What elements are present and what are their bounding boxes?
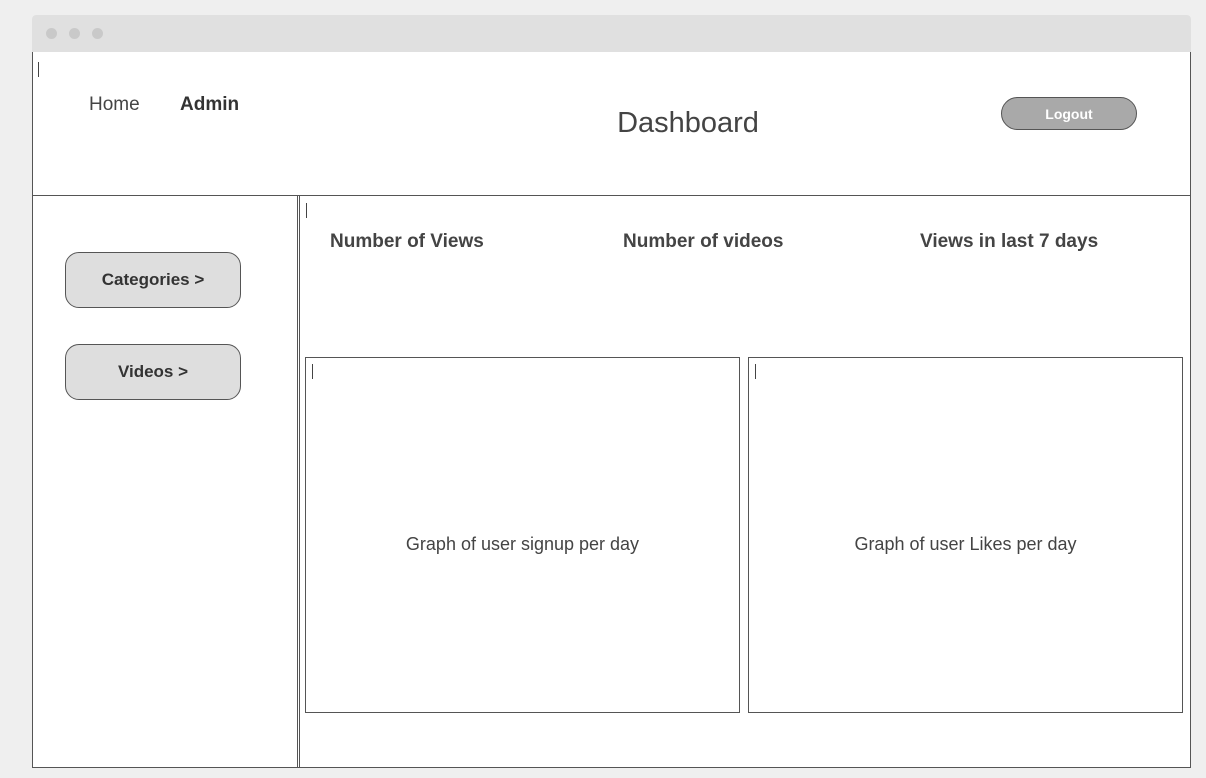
stat-number-of-views: Number of Views — [330, 231, 484, 252]
page-title: Dashboard — [617, 107, 759, 139]
window-minimize-icon[interactable] — [69, 28, 80, 39]
logout-button[interactable]: Logout — [1001, 97, 1137, 130]
main-panel: Number of Views Number of videos Views i… — [299, 196, 1191, 767]
stat-number-of-videos: Number of videos — [623, 231, 784, 252]
signup-graph-label: Graph of user signup per day — [405, 534, 640, 554]
window-titlebar — [32, 15, 1191, 53]
text-cursor — [312, 364, 313, 379]
likes-graph-label: Graph of user Likes per day — [854, 534, 1077, 554]
browser-window: Home Admin Dashboard Logout Categories >… — [32, 15, 1191, 768]
text-cursor — [38, 62, 39, 77]
videos-button[interactable]: Videos > — [65, 344, 241, 400]
nav-home-link[interactable]: Home — [89, 94, 140, 116]
window-maximize-icon[interactable] — [92, 28, 103, 39]
stat-views-last-7-days: Views in last 7 days — [920, 231, 1099, 252]
categories-button[interactable]: Categories > — [65, 252, 241, 308]
text-cursor — [755, 364, 756, 379]
sidebar: Categories > Videos > — [33, 196, 298, 767]
text-cursor — [306, 203, 307, 218]
header: Home Admin Dashboard Logout — [33, 52, 1190, 196]
nav-admin-link[interactable]: Admin — [180, 94, 239, 116]
signup-graph-panel: Graph of user signup per day — [305, 357, 740, 713]
window-close-icon[interactable] — [46, 28, 57, 39]
likes-graph-panel: Graph of user Likes per day — [748, 357, 1183, 713]
page-content: Home Admin Dashboard Logout Categories >… — [32, 52, 1191, 768]
